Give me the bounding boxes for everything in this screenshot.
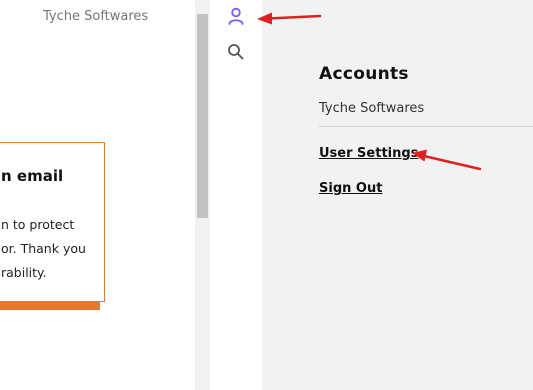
- notice-line-2: or. Thank you: [1, 241, 86, 256]
- notice-heading: n email: [1, 167, 64, 185]
- user-settings-link[interactable]: User Settings: [319, 146, 418, 161]
- organization-name: Tyche Softwares: [319, 101, 425, 116]
- accounts-panel: Accounts Tyche Softwares User Settings S…: [262, 0, 533, 390]
- sign-out-link[interactable]: Sign Out: [319, 181, 382, 196]
- panel-title: Accounts: [319, 64, 409, 84]
- scrollbar[interactable]: [195, 0, 210, 390]
- icon-rail: [212, 0, 262, 390]
- notice-card-accent: [0, 302, 100, 310]
- notice-line-3: rability.: [1, 265, 47, 280]
- panel-divider: [319, 126, 533, 127]
- notice-card: n email n to protect or. Thank you rabil…: [0, 142, 105, 302]
- scrollbar-thumb[interactable]: [197, 14, 208, 218]
- search-icon[interactable]: [226, 42, 246, 62]
- brand-name: Tyche Softwares: [43, 9, 149, 24]
- notice-line-1: n to protect: [1, 217, 75, 232]
- left-page-area: Tyche Softwares n email n to protect or.…: [0, 0, 195, 390]
- user-icon[interactable]: [226, 6, 246, 26]
